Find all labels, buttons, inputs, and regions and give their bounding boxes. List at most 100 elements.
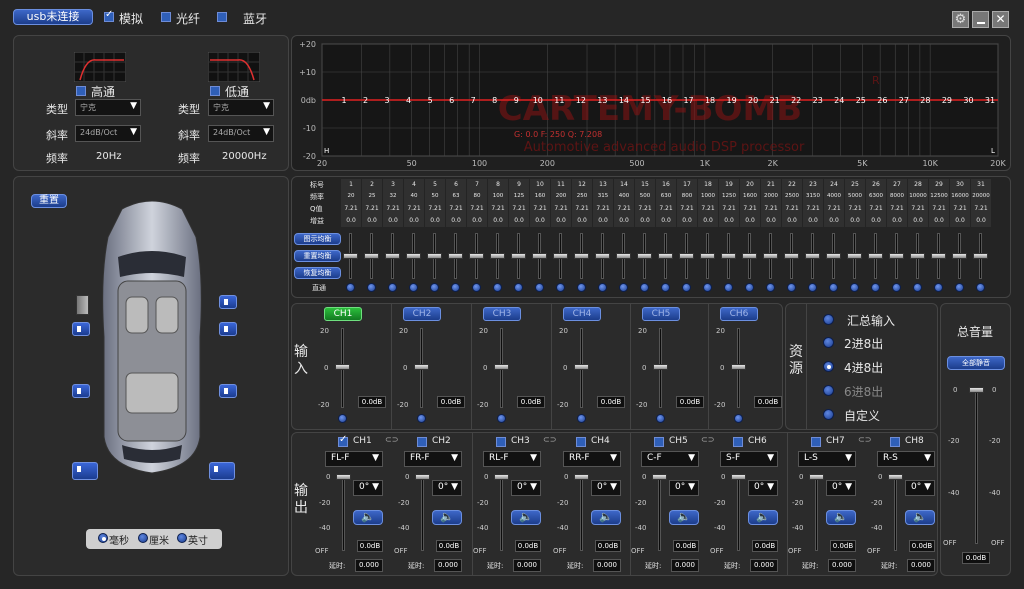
eq-band-q[interactable]: 7.21 — [824, 205, 844, 212]
eq-band-gain[interactable]: 0.0 — [467, 217, 487, 224]
eq-band-slider-thumb[interactable] — [364, 253, 379, 259]
input-gain-value[interactable]: 0.0dB — [358, 396, 386, 408]
output-preset-select[interactable]: FR-F — [404, 451, 462, 467]
reset-eq-button[interactable]: 重置均衡 — [294, 250, 341, 262]
input-gain-value[interactable]: 0.0dB — [676, 396, 704, 408]
eq-band-bypass-toggle[interactable] — [535, 283, 544, 292]
output-delay-value[interactable]: 0.000 — [513, 559, 541, 572]
eq-band-bypass-toggle[interactable] — [598, 283, 607, 292]
lowpass-enable-checkbox[interactable] — [210, 86, 220, 96]
input-gain-value[interactable]: 0.0dB — [437, 396, 465, 408]
minimize-icon[interactable] — [972, 11, 989, 28]
output-gain-thumb[interactable] — [888, 474, 903, 480]
eq-band-gain[interactable]: 0.0 — [824, 217, 844, 224]
eq-band-q[interactable]: 7.21 — [866, 205, 886, 212]
input-channel-toggle[interactable]: CH5 — [642, 307, 680, 321]
eq-band-gain[interactable]: 0.0 — [488, 217, 508, 224]
output-gain-value[interactable]: 0.0dB — [515, 540, 541, 552]
output-preset-select[interactable]: FL-F — [325, 451, 383, 467]
eq-band-bypass-toggle[interactable] — [703, 283, 712, 292]
mute-all-button[interactable]: 全部静音 — [947, 356, 1005, 370]
output-gain-thumb[interactable] — [574, 474, 589, 480]
rear-left-subwoofer-icon[interactable] — [72, 462, 98, 480]
eq-band-gain[interactable]: 0.0 — [635, 217, 655, 224]
lowpass-slope-select[interactable]: 24dB/Oct — [208, 125, 274, 142]
eq-band-q[interactable]: 7.21 — [362, 205, 382, 212]
eq-band-slider-thumb[interactable] — [637, 253, 652, 259]
eq-band-slider-thumb[interactable] — [826, 253, 841, 259]
unit-inch-radio[interactable] — [177, 533, 187, 543]
source-6in8out-radio[interactable] — [823, 385, 834, 396]
eq-band-gain[interactable]: 0.0 — [971, 217, 991, 224]
output-gain-thumb[interactable] — [494, 474, 509, 480]
eq-band-gain[interactable]: 0.0 — [719, 217, 739, 224]
eq-band-slider-thumb[interactable] — [385, 253, 400, 259]
eq-band-slider-thumb[interactable] — [742, 253, 757, 259]
eq-band-bypass-toggle[interactable] — [409, 283, 418, 292]
master-volume-track[interactable] — [975, 389, 978, 544]
eq-band-q[interactable]: 7.21 — [929, 205, 949, 212]
input-mute-toggle[interactable] — [577, 414, 586, 423]
eq-band-q[interactable]: 7.21 — [614, 205, 634, 212]
highpass-slope-select[interactable]: 24dB/Oct — [75, 125, 141, 142]
output-channel-checkbox[interactable] — [733, 437, 743, 447]
close-icon[interactable]: ✕ — [992, 11, 1009, 28]
output-link-icon[interactable]: ⊂⊃ — [543, 435, 556, 444]
restore-eq-button[interactable]: 恢复均衡 — [294, 267, 341, 279]
eq-band-slider-thumb[interactable] — [700, 253, 715, 259]
eq-band-slider-thumb[interactable] — [574, 253, 589, 259]
output-link-icon[interactable]: ⊂⊃ — [385, 435, 398, 444]
eq-band-slider-thumb[interactable] — [427, 253, 442, 259]
output-phase-select[interactable]: 0° — [591, 480, 621, 496]
eq-band-q[interactable]: 7.21 — [698, 205, 718, 212]
eq-band-gain[interactable]: 0.0 — [614, 217, 634, 224]
eq-band-gain[interactable]: 0.0 — [677, 217, 697, 224]
eq-band-q[interactable]: 7.21 — [467, 205, 487, 212]
output-delay-value[interactable]: 0.000 — [750, 559, 778, 572]
eq-band-gain[interactable]: 0.0 — [341, 217, 361, 224]
usb-status-button[interactable]: usb未连接 — [13, 9, 93, 25]
output-channel-checkbox[interactable] — [496, 437, 506, 447]
eq-band-bypass-toggle[interactable] — [661, 283, 670, 292]
eq-band-slider-thumb[interactable] — [931, 253, 946, 259]
output-gain-thumb[interactable] — [652, 474, 667, 480]
eq-band-slider-thumb[interactable] — [595, 253, 610, 259]
output-gain-thumb[interactable] — [415, 474, 430, 480]
input-channel-toggle[interactable]: CH6 — [720, 307, 758, 321]
eq-band-slider-thumb[interactable] — [784, 253, 799, 259]
eq-band-slider-thumb[interactable] — [343, 253, 358, 259]
eq-band-slider-thumb[interactable] — [616, 253, 631, 259]
output-delay-value[interactable]: 0.000 — [355, 559, 383, 572]
source-2in8out-radio[interactable] — [823, 337, 834, 348]
rear-right-speaker-icon[interactable] — [219, 384, 237, 398]
lowpass-type-select[interactable]: 宁克 — [208, 99, 274, 116]
input-gain-thumb[interactable] — [335, 364, 350, 370]
eq-band-bypass-toggle[interactable] — [493, 283, 502, 292]
input-gain-thumb[interactable] — [414, 364, 429, 370]
input-mute-toggle[interactable] — [338, 414, 347, 423]
eq-band-q[interactable]: 7.21 — [761, 205, 781, 212]
eq-band-bypass-toggle[interactable] — [766, 283, 775, 292]
output-speaker-mute-icon[interactable]: 🔈 — [511, 510, 541, 525]
output-phase-select[interactable]: 0° — [669, 480, 699, 496]
source-summed-radio[interactable] — [823, 314, 834, 325]
eq-band-slider-thumb[interactable] — [847, 253, 862, 259]
eq-band-q[interactable]: 7.21 — [656, 205, 676, 212]
output-gain-track[interactable] — [342, 475, 345, 551]
eq-band-gain[interactable]: 0.0 — [593, 217, 613, 224]
source-4in8out-radio[interactable] — [823, 361, 834, 372]
eq-band-q[interactable]: 7.21 — [677, 205, 697, 212]
output-channel-checkbox[interactable] — [417, 437, 427, 447]
rear-right-subwoofer-icon[interactable] — [209, 462, 235, 480]
graphic-eq-button[interactable]: 图示均衡 — [294, 233, 341, 245]
output-phase-select[interactable]: 0° — [905, 480, 935, 496]
eq-band-bypass-toggle[interactable] — [388, 283, 397, 292]
highpass-type-select[interactable]: 宁克 — [75, 99, 141, 116]
front-right-midrange-icon[interactable] — [219, 322, 237, 336]
output-gain-value[interactable]: 0.0dB — [673, 540, 699, 552]
eq-frequency-graph[interactable]: +20 +10 0db -10 -20 CARTEMY-BOMB R Automotive a… — [292, 36, 1012, 172]
output-gain-value[interactable]: 0.0dB — [909, 540, 935, 552]
eq-band-bypass-toggle[interactable] — [745, 283, 754, 292]
output-gain-track[interactable] — [815, 475, 818, 551]
eq-band-slider-thumb[interactable] — [532, 253, 547, 259]
